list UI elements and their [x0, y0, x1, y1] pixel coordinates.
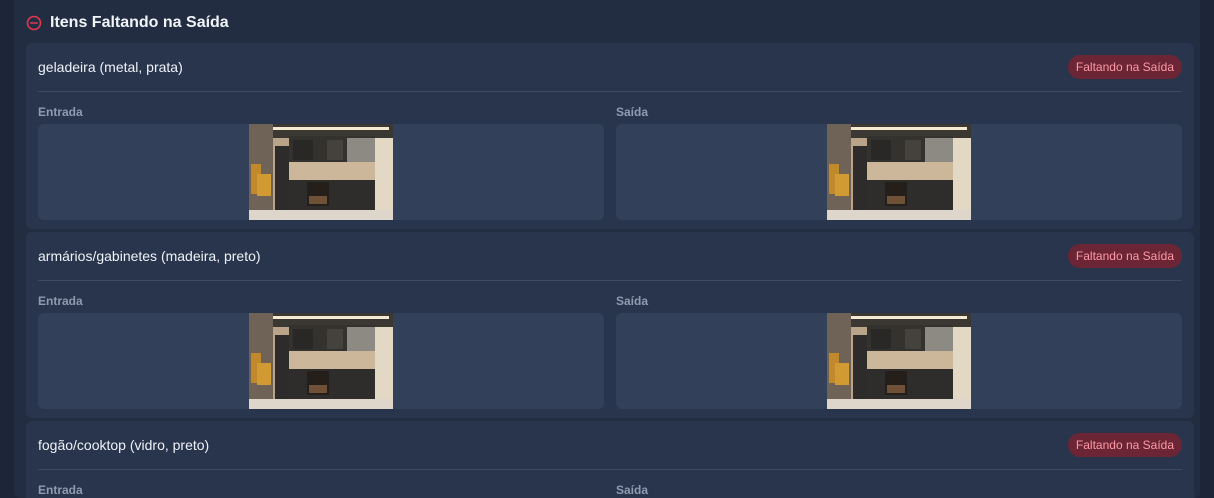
status-badge: Faltando na Saída [1067, 244, 1182, 268]
section-header[interactable]: Itens Faltando na Saída [26, 12, 229, 34]
item-header: geladeira (metal, prata) Faltando na Saí… [38, 43, 1182, 92]
item-header: fogão/cooktop (vidro, preto) Faltando na… [38, 421, 1182, 470]
item-name: fogão/cooktop (vidro, preto) [38, 437, 210, 453]
status-badge: Faltando na Saída [1067, 55, 1182, 79]
item-name: geladeira (metal, prata) [38, 59, 183, 75]
entry-label: Entrada [38, 105, 83, 119]
exit-photo[interactable] [616, 124, 1182, 220]
missing-item-card: fogão/cooktop (vidro, preto) Faltando na… [26, 421, 1194, 498]
entry-photo[interactable] [38, 124, 604, 220]
kitchen-photo [249, 124, 393, 220]
entry-label: Entrada [38, 294, 83, 308]
item-name: armários/gabinetes (madeira, preto) [38, 248, 261, 264]
section-title: Itens Faltando na Saída [50, 14, 229, 31]
kitchen-photo [827, 313, 971, 409]
exit-label: Saída [616, 483, 649, 497]
item-header: armários/gabinetes (madeira, preto) Falt… [38, 232, 1182, 281]
missing-item-card: armários/gabinetes (madeira, preto) Falt… [26, 232, 1194, 418]
status-badge: Faltando na Saída [1067, 433, 1182, 457]
kitchen-photo [249, 313, 393, 409]
missing-item-card: geladeira (metal, prata) Faltando na Saí… [26, 43, 1194, 229]
exit-label: Saída [616, 105, 649, 119]
entry-label: Entrada [38, 483, 83, 497]
exit-label: Saída [616, 294, 649, 308]
exit-photo[interactable] [616, 313, 1182, 409]
entry-photo[interactable] [38, 313, 604, 409]
kitchen-photo [827, 124, 971, 220]
minus-circle-icon[interactable] [26, 15, 42, 31]
